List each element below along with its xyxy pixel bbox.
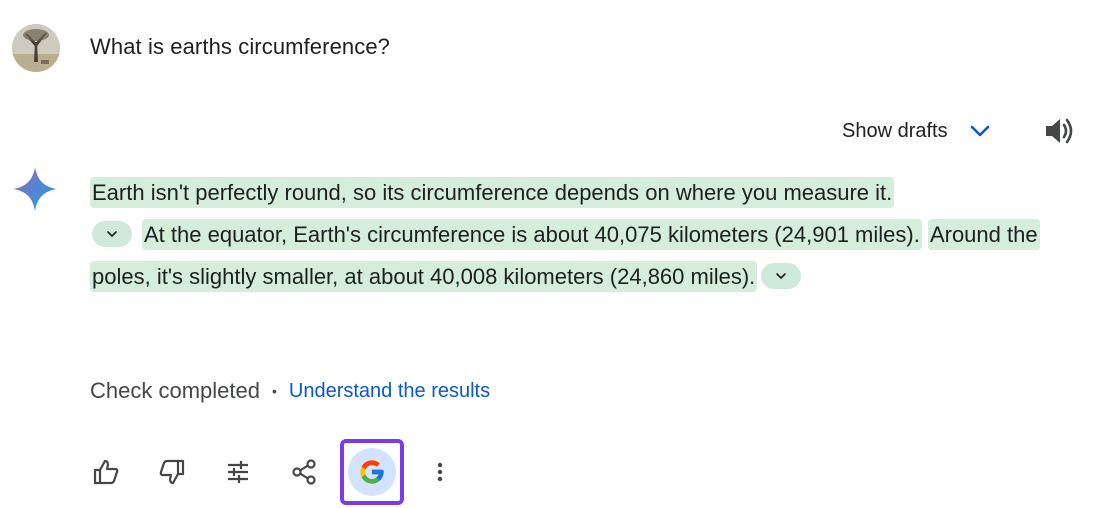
- user-avatar: [12, 24, 60, 72]
- tune-icon[interactable]: [216, 450, 260, 494]
- double-check-status: Check completed • Understand the results: [90, 376, 490, 406]
- double-check-highlight: [340, 439, 404, 505]
- source-expand-chip[interactable]: [761, 263, 802, 290]
- check-status-label: Check completed: [90, 378, 260, 403]
- thumbs-down-icon[interactable]: [150, 450, 194, 494]
- share-icon[interactable]: [282, 450, 326, 494]
- separator-dot: •: [271, 383, 277, 399]
- user-prompt: What is earths circumference?: [90, 34, 391, 59]
- highlighted-sentence: At the equator, Earth's circumference is…: [142, 219, 922, 250]
- response-action-bar: [84, 439, 484, 505]
- more-vert-icon[interactable]: [418, 450, 462, 494]
- chevron-down-icon: [776, 273, 787, 279]
- chevron-down-icon: [968, 119, 992, 143]
- understand-results-link[interactable]: Understand the results: [289, 380, 490, 403]
- show-drafts-label: Show drafts: [842, 119, 948, 142]
- chevron-down-icon: [107, 231, 117, 237]
- response-text: Earth isn't perfectly round, so its circ…: [90, 172, 1050, 298]
- highlighted-sentence: Earth isn't perfectly round, so its circ…: [90, 177, 895, 208]
- source-expand-chip[interactable]: [92, 221, 132, 248]
- thumbs-up-icon[interactable]: [84, 450, 128, 494]
- volume-icon[interactable]: [1042, 114, 1076, 148]
- google-g-icon[interactable]: [348, 448, 396, 496]
- show-drafts-button[interactable]: Show drafts: [842, 116, 992, 146]
- gemini-sparkle-icon: [12, 166, 58, 212]
